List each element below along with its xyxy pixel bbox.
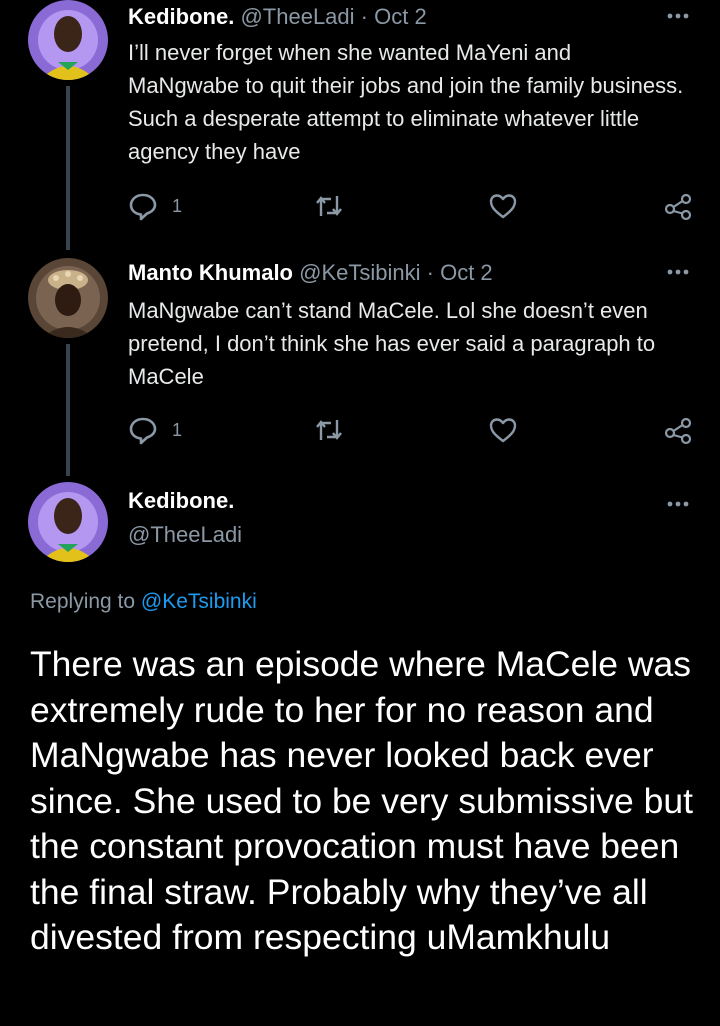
author-name[interactable]: Kedibone. [128, 488, 234, 514]
like-button[interactable] [488, 186, 518, 226]
tweet[interactable]: Kedibone. @TheeLadi · Oct 2 I’ll never f… [0, 0, 720, 250]
share-button[interactable] [664, 410, 694, 450]
author-name[interactable]: Manto Khumalo [128, 260, 293, 285]
share-icon [664, 417, 692, 445]
more-icon[interactable] [666, 12, 690, 20]
retweet-button[interactable] [314, 410, 344, 450]
reply-button[interactable]: 1 [128, 410, 182, 450]
separator: · [426, 260, 434, 285]
tweet-date[interactable]: Oct 2 [374, 4, 427, 29]
heart-icon [489, 418, 517, 443]
author-handle[interactable]: @KeTsibinki [299, 260, 420, 285]
avatar[interactable] [28, 0, 108, 80]
tweet-text: MaNgwabe can’t stand MaCele. Lol she doe… [128, 298, 656, 389]
author-handle[interactable]: @TheeLadi [240, 4, 354, 29]
tweet[interactable]: Manto Khumalo @KeTsibinki · Oct 2 MaNgwa… [0, 258, 720, 478]
tweet-text: I’ll never forget when she wanted MaYeni… [128, 40, 684, 164]
tweet-date[interactable]: Oct 2 [440, 260, 493, 285]
replying-prefix: Replying to [30, 590, 136, 613]
author-handle[interactable]: @TheeLadi [128, 522, 242, 548]
author-name[interactable]: Kedibone. [128, 4, 234, 29]
tweet-header: Manto Khumalo @KeTsibinki · Oct 2 [128, 258, 493, 288]
separator: · [360, 4, 368, 29]
tweet-actions: 1 [128, 410, 698, 450]
reply-icon [129, 417, 157, 445]
avatar[interactable] [28, 258, 108, 338]
more-icon[interactable] [666, 268, 690, 276]
tweet-header: Kedibone. @TheeLadi · Oct 2 [128, 2, 427, 32]
retweet-icon [316, 196, 342, 216]
main-tweet-text: There was an episode where MaCele was ex… [30, 644, 694, 957]
reply-count: 1 [172, 419, 183, 440]
avatar[interactable] [28, 482, 108, 562]
retweet-button[interactable] [314, 186, 344, 226]
more-icon[interactable] [666, 500, 690, 508]
tweet-actions: 1 [128, 186, 698, 226]
share-icon [664, 193, 692, 221]
reply-button[interactable]: 1 [128, 186, 182, 226]
reply-count: 1 [172, 195, 183, 216]
reply-icon [129, 193, 157, 221]
retweet-icon [316, 420, 342, 440]
share-button[interactable] [664, 186, 694, 226]
heart-icon [489, 194, 517, 219]
like-button[interactable] [488, 410, 518, 450]
replying-to: Replying to @KeTsibinki [30, 590, 257, 614]
replying-mention-link[interactable]: @KeTsibinki [141, 590, 257, 613]
